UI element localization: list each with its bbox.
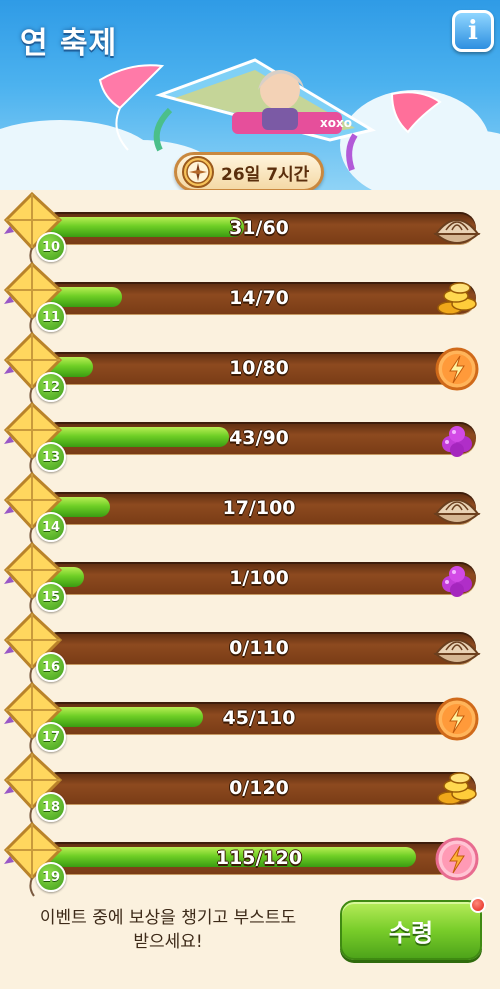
kite-icon [2, 540, 72, 620]
kite-icon [2, 680, 72, 760]
kite-icon [2, 330, 72, 410]
milestone-row: 43/90 13 [0, 400, 500, 477]
kite-icon [2, 260, 72, 340]
gold-coins-icon[interactable] [430, 274, 484, 324]
level-badge: 19 [36, 862, 66, 892]
footer-message-line1: 이벤트 중에 보상을 챙기고 부스트도 [39, 908, 297, 928]
progress-text: 43/90 [229, 427, 289, 449]
event-title: 연 축제 [20, 26, 118, 61]
gold-coins-icon[interactable] [430, 764, 484, 814]
progress-text: 1/100 [229, 567, 289, 589]
purple-berries-icon[interactable] [430, 414, 484, 464]
event-header: xoxo 연 축제 i 26일 7시간 [0, 0, 500, 190]
compass-clock-icon [182, 156, 214, 188]
svg-text:xoxo: xoxo [320, 116, 352, 130]
claim-button[interactable]: 수령 [340, 900, 482, 960]
notification-dot [470, 897, 486, 913]
level-badge: 10 [36, 232, 66, 262]
footer-message: 이벤트 중에 보상을 챙기고 부스트도 받으세요! [8, 906, 328, 954]
milestone-row: 0/120 18 [0, 750, 500, 827]
purple-berries-icon[interactable] [430, 554, 484, 604]
kite-icon [2, 400, 72, 480]
kite-icon [2, 750, 72, 830]
milestone-row: 45/110 17 [0, 680, 500, 757]
clam-shell-icon[interactable] [430, 624, 484, 674]
progress-text: 10/80 [229, 357, 289, 379]
progress-text: 14/70 [229, 287, 289, 309]
progress-text: 0/120 [229, 777, 289, 799]
milestone-row: 14/70 11 [0, 260, 500, 337]
info-button[interactable]: i [452, 10, 494, 52]
milestone-row: 31/60 10 [0, 190, 500, 267]
progress-text: 17/100 [222, 497, 296, 519]
level-badge: 13 [36, 442, 66, 472]
lightning-booster-icon[interactable] [430, 694, 484, 744]
milestone-row: 115/120 19 [0, 820, 500, 897]
level-badge: 12 [36, 372, 66, 402]
progress-text: 0/110 [229, 637, 289, 659]
kite-icon [2, 820, 72, 900]
timer-text: 26일 7시간 [221, 164, 310, 185]
level-badge: 16 [36, 652, 66, 682]
level-badge: 11 [36, 302, 66, 332]
progress-text: 45/110 [222, 707, 296, 729]
level-badge: 18 [36, 792, 66, 822]
pink-lightning-booster-icon[interactable] [430, 834, 484, 884]
footer-message-line2: 받으세요! [133, 932, 203, 952]
kite-icon [2, 610, 72, 690]
level-badge: 17 [36, 722, 66, 752]
clam-shell-icon[interactable] [430, 484, 484, 534]
clam-shell-icon[interactable] [430, 204, 484, 254]
progress-text: 31/60 [229, 217, 289, 239]
milestone-row: 1/100 15 [0, 540, 500, 617]
lightning-booster-icon[interactable] [430, 344, 484, 394]
milestone-row: 17/100 14 [0, 470, 500, 547]
level-badge: 15 [36, 582, 66, 612]
event-timer: 26일 7시간 [174, 152, 324, 190]
progress-text: 115/120 [215, 847, 303, 869]
milestone-row: 0/110 16 [0, 610, 500, 687]
kite-icon [2, 190, 72, 270]
kite-icon [2, 470, 72, 550]
milestone-row: 10/80 12 [0, 330, 500, 407]
level-badge: 14 [36, 512, 66, 542]
